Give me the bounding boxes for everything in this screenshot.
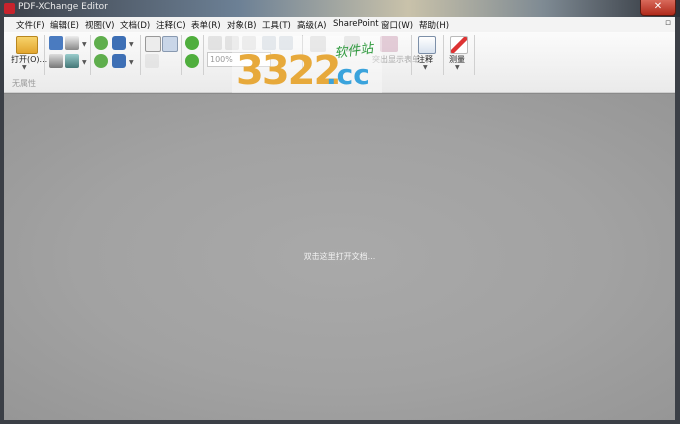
menu-edit[interactable]: 编辑(E) xyxy=(50,19,79,31)
forward-icon[interactable] xyxy=(94,54,108,68)
close-button[interactable]: ✕ xyxy=(640,0,676,16)
rotate-right-icon[interactable] xyxy=(185,54,199,68)
menu-tools[interactable]: 工具(T) xyxy=(262,19,291,31)
pdf-xchange-app-icon[interactable] xyxy=(4,3,15,14)
open-dropdown-icon[interactable]: ▼ xyxy=(22,64,27,71)
watermark-domain: .cc xyxy=(326,58,370,91)
save-icon[interactable] xyxy=(49,36,63,50)
app-window: PDF-XChange Editor ✕ 文件(F) 编辑(E) 视图(V) 文… xyxy=(0,0,680,424)
scan-icon[interactable] xyxy=(65,36,79,50)
window-title: PDF-XChange Editor xyxy=(18,2,108,12)
undo-icon[interactable] xyxy=(112,36,126,50)
highlight-form-icon[interactable] xyxy=(380,36,398,52)
folder-open-icon[interactable] xyxy=(16,36,38,54)
menu-help[interactable]: 帮助(H) xyxy=(419,19,449,31)
menu-view[interactable]: 视图(V) xyxy=(85,19,114,31)
hand-tool-icon[interactable] xyxy=(145,36,161,52)
restore-ribbon-icon[interactable]: ▫ xyxy=(665,18,671,28)
measure-dropdown-icon[interactable]: ▼ xyxy=(455,64,460,71)
print-icon[interactable] xyxy=(49,54,63,68)
comment-dropdown-icon[interactable]: ▼ xyxy=(423,64,428,71)
menu-document[interactable]: 文档(D) xyxy=(120,19,150,31)
redo-icon[interactable] xyxy=(112,54,126,68)
menu-comment[interactable]: 注释(C) xyxy=(156,19,186,31)
scan-dropdown-icon[interactable]: ▼ xyxy=(82,41,87,48)
actual-size-icon[interactable] xyxy=(208,36,222,50)
menu-advanced[interactable]: 高级(A) xyxy=(297,19,326,31)
watermark-number: 3322 xyxy=(236,48,341,94)
rotate-left-icon[interactable] xyxy=(185,36,199,50)
snapshot-icon[interactable] xyxy=(145,54,159,68)
open-button-label[interactable]: 打开(O)... xyxy=(11,54,47,65)
redo-dropdown-icon[interactable]: ▼ xyxy=(129,59,134,66)
menu-file[interactable]: 文件(F) xyxy=(16,19,45,31)
open-document-hint[interactable]: 双击这里打开文档... xyxy=(4,251,675,262)
comment-icon[interactable] xyxy=(418,36,436,54)
email-icon[interactable] xyxy=(65,54,79,68)
menu-form[interactable]: 表单(R) xyxy=(191,19,221,31)
menu-bar: 文件(F) 编辑(E) 视图(V) 文档(D) 注释(C) 表单(R) 对象(B… xyxy=(4,17,675,33)
menu-window[interactable]: 窗口(W) xyxy=(381,19,413,31)
menu-sharepoint[interactable]: SharePoint xyxy=(333,19,379,29)
menu-object[interactable]: 对象(B) xyxy=(227,19,256,31)
undo-dropdown-icon[interactable]: ▼ xyxy=(129,41,134,48)
measure-icon[interactable] xyxy=(450,36,468,54)
back-icon[interactable] xyxy=(94,36,108,50)
email-dropdown-icon[interactable]: ▼ xyxy=(82,59,87,66)
properties-label: 无属性 xyxy=(12,79,36,88)
document-area[interactable]: 双击这里打开文档... xyxy=(4,93,675,420)
select-text-icon[interactable] xyxy=(162,36,178,52)
title-bar: PDF-XChange Editor ✕ xyxy=(0,0,680,17)
